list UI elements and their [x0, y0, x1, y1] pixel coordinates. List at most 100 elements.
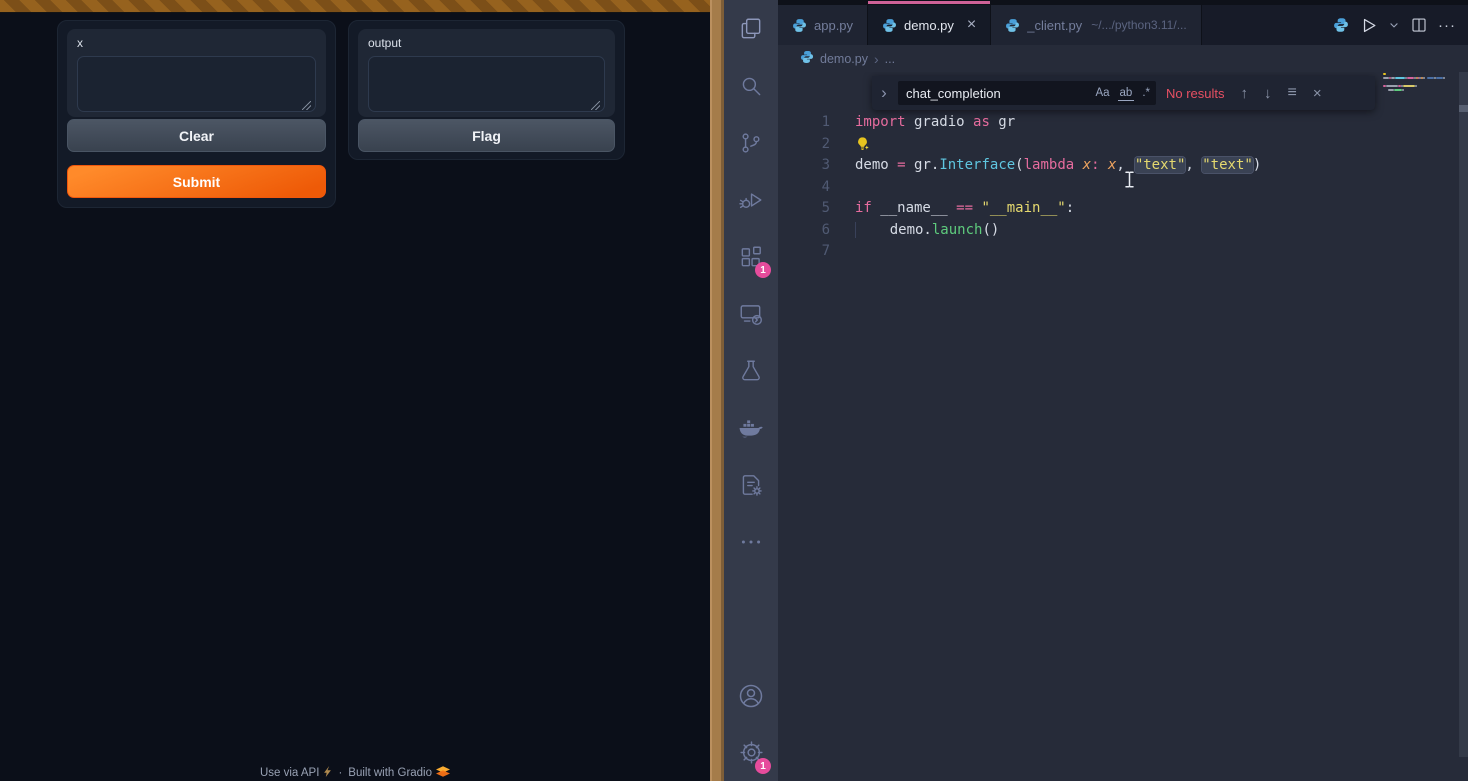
resize-handle-icon	[368, 50, 605, 117]
run-python-file-icon[interactable]	[1359, 16, 1378, 35]
find-widget: › chat_completion Aa ab .* No results ↑ …	[872, 76, 1375, 110]
code-token: "__main__"	[981, 200, 1065, 216]
tab-label: demo.py	[904, 18, 954, 33]
loading-progress-bar	[0, 0, 710, 13]
line-number: 5	[778, 198, 830, 220]
code-token: demo	[855, 157, 897, 173]
testing-beaker-icon[interactable]	[724, 342, 778, 399]
code-token: launch	[932, 222, 983, 238]
split-editor-icon[interactable]	[1410, 16, 1428, 34]
code-line[interactable]: 5if __name__ == "__main__":	[778, 198, 1468, 220]
close-icon[interactable]: ×	[967, 17, 976, 33]
explorer-icon[interactable]	[724, 0, 778, 57]
editor-group: app.py demo.py × _client.py~/.../python3.11…	[778, 0, 1468, 781]
code-token: ==	[956, 200, 973, 216]
output-group: output Flag	[348, 20, 625, 160]
extensions-icon[interactable]: 1	[724, 228, 778, 285]
search-icon[interactable]	[724, 57, 778, 114]
gradio-logo-icon	[436, 766, 450, 780]
code-editor[interactable]: › chat_completion Aa ab .* No results ↑ …	[778, 72, 1468, 781]
use-via-api-link[interactable]: Use via API	[260, 766, 332, 780]
line-number: 7	[778, 241, 830, 263]
toggle-replace-icon[interactable]: ›	[878, 83, 890, 103]
line-number: 6	[778, 220, 830, 242]
code-token: ,	[1116, 157, 1124, 173]
run-dropdown-chevron-icon[interactable]	[1388, 19, 1400, 31]
code-token: "text"	[1135, 157, 1186, 173]
resize-handle-icon	[77, 50, 316, 117]
clear-button[interactable]: Clear	[67, 119, 326, 152]
output-textarea[interactable]	[368, 56, 605, 112]
tab-_client.py[interactable]: _client.py~/.../python3.11/...	[991, 5, 1201, 45]
run-and-debug-icon[interactable]	[724, 171, 778, 228]
code-line[interactable]: 2	[778, 134, 1468, 156]
gradio-app: x Clear Submit output Flag Use via API	[0, 0, 710, 781]
tab-demo.py[interactable]: demo.py ×	[868, 5, 991, 45]
tab-app.py[interactable]: app.py	[778, 5, 868, 45]
docker-icon[interactable]	[724, 399, 778, 456]
accounts-icon[interactable]	[724, 667, 778, 724]
code-token: :	[1091, 157, 1099, 173]
code-token: gr.	[914, 157, 939, 173]
submit-button[interactable]: Submit	[67, 165, 326, 198]
line-number: 1	[778, 112, 830, 134]
lightbulb-sparkle-icon[interactable]	[855, 136, 870, 152]
code-token: demo.	[890, 222, 932, 238]
input-x-textarea[interactable]	[77, 56, 316, 112]
code-token	[1100, 157, 1108, 173]
code-token: import	[855, 114, 906, 130]
code-token: =	[897, 157, 914, 173]
code-token: as	[973, 114, 990, 130]
python-icon	[792, 18, 807, 33]
line-number: 2	[778, 134, 830, 156]
python-icon	[882, 18, 897, 33]
find-in-selection-icon[interactable]: ≡	[1288, 84, 1297, 102]
source-control-icon[interactable]	[724, 114, 778, 171]
minimap[interactable]	[1383, 72, 1445, 97]
find-input[interactable]: chat_completion Aa ab .*	[898, 81, 1156, 105]
code-token: lambda	[1024, 157, 1075, 173]
chevron-right-icon: ›	[874, 51, 879, 67]
flag-button[interactable]: Flag	[358, 119, 615, 152]
input-label: x	[77, 36, 316, 50]
code-token: gr	[990, 114, 1015, 130]
more-actions-icon[interactable]: ···	[1438, 17, 1456, 34]
settings-gear-icon[interactable]: 1	[724, 724, 778, 781]
find-query: chat_completion	[906, 86, 1087, 101]
extensions-badge: 1	[755, 262, 771, 278]
breadcrumb[interactable]: demo.py › ...	[778, 45, 1468, 72]
find-previous-icon[interactable]: ↑	[1241, 85, 1249, 102]
code-token	[1074, 157, 1082, 173]
code-line[interactable]: 6 demo.launch()	[778, 220, 1468, 242]
vscode-window: 1 1	[724, 0, 1468, 781]
editor-actions: ···	[1321, 5, 1468, 45]
close-icon[interactable]: ×	[1313, 85, 1322, 102]
breadcrumb-more[interactable]: ...	[885, 52, 895, 66]
breadcrumb-file[interactable]: demo.py	[820, 52, 868, 66]
regex-icon[interactable]: .*	[1140, 86, 1152, 100]
remote-explorer-icon[interactable]	[724, 285, 778, 342]
find-next-icon[interactable]: ↓	[1264, 85, 1272, 102]
whole-word-icon[interactable]: ab	[1118, 86, 1135, 101]
more-views-icon[interactable]	[724, 513, 778, 570]
settings-badge: 1	[755, 758, 771, 774]
find-status: No results	[1166, 86, 1225, 101]
code-line[interactable]: 3demo = gr.Interface(lambda x: x,"text",…	[778, 155, 1468, 177]
pane-divider[interactable]	[710, 0, 724, 781]
activity-bar: 1 1	[724, 0, 778, 781]
python-icon	[1333, 17, 1349, 33]
screen: x Clear Submit output Flag Use via API	[0, 0, 1468, 781]
tab-label: app.py	[814, 18, 853, 33]
vertical-scrollbar[interactable]	[1459, 72, 1468, 757]
built-with-gradio-link[interactable]: Built with Gradio	[348, 766, 450, 780]
code-line[interactable]: 4	[778, 177, 1468, 199]
code-line[interactable]: 1import gradio as gr	[778, 112, 1468, 134]
code-token	[855, 222, 890, 238]
match-case-icon[interactable]: Aa	[1093, 86, 1111, 100]
line-number: 3	[778, 155, 830, 177]
code-line[interactable]: 7	[778, 241, 1468, 263]
code-token: (	[1015, 157, 1023, 173]
notebooks-gear-icon[interactable]	[724, 456, 778, 513]
code-token: :	[1066, 200, 1074, 216]
code-token: Interface	[939, 157, 1015, 173]
